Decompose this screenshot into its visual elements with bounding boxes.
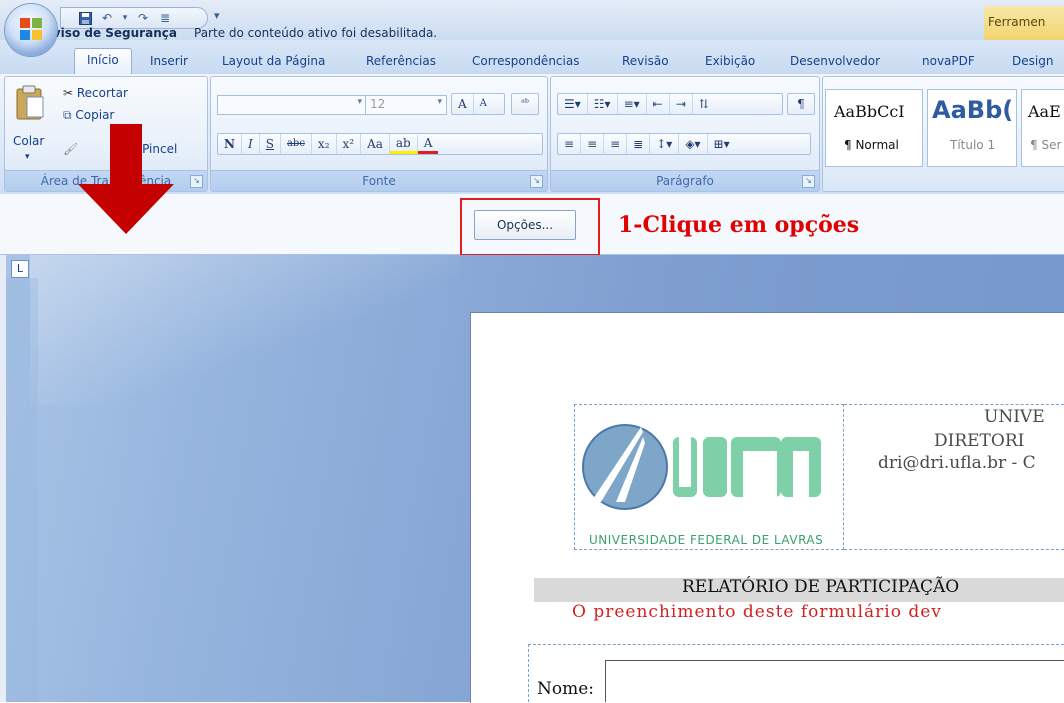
sort-icon[interactable]: ⇅ [693,94,715,114]
style-normal[interactable]: AaBbCcI ¶ Normal [825,89,923,167]
italic-button[interactable]: I [242,134,260,154]
tab-layout[interactable]: Layout da Página [222,50,325,74]
cut-button[interactable]: ✂ Recortar [63,83,128,103]
show-marks-button[interactable]: ¶ [787,93,815,115]
tab-revisao[interactable]: Revisão [622,50,669,74]
name-field[interactable] [605,660,1064,702]
align-right-icon[interactable]: ≡ [604,134,628,154]
paragraph-group: ☰▾ ☷▾ ≡▾ ⇤ ⇥ ⇅ ¶ ≡ ≡ ≡ ≣ ↕▾ ◈▾ ⊞▾ Parágr… [550,76,820,192]
header-line-3: dri@dri.ufla.br - C [878,453,1036,473]
tab-inicio[interactable]: Início [74,48,132,74]
tab-desenvolvedor[interactable]: Desenvolvedor [790,50,880,74]
undo-icon[interactable]: ↶ [99,10,115,26]
logo-caption: UNIVERSIDADE FEDERAL DE LAVRAS [589,533,824,547]
customize-toolbar-icon[interactable]: ▾ [214,9,220,22]
copy-button[interactable]: ⧉ Copiar [63,105,114,125]
tab-novapdf[interactable]: novaPDF [922,50,975,74]
bullets-icon[interactable]: ☰▾ [558,94,588,114]
paste-icon[interactable] [13,83,47,123]
align-center-icon[interactable]: ≡ [581,134,605,154]
decrease-indent-icon[interactable]: ⇤ [647,94,670,114]
tab-design[interactable]: Design [1012,50,1053,74]
header-line-1: UNIVE [984,407,1045,427]
header-line-2: DIRETORI [934,431,1025,451]
chevron-down-icon: ▾ [357,97,362,107]
contextual-tab-title: Ferramen [984,6,1064,40]
undo-dropdown-icon[interactable]: ▾ [121,10,129,26]
header-cell: UNIVE DIRETORI dri@dri.ufla.br - C [844,404,1064,550]
subscript-button[interactable]: x₂ [312,134,337,154]
highlight-box [460,198,600,256]
justify-icon[interactable]: ≣ [627,134,651,154]
save-icon[interactable] [77,10,93,26]
workspace-highlight [30,255,460,405]
ribbon-tabs: Início Inserir Layout da Página Referênc… [0,40,1064,74]
office-logo-icon [20,18,42,40]
tab-inserir[interactable]: Inserir [150,50,188,74]
brush-icon: 🖌 [63,142,79,156]
clear-format-icon: ᵃᵇ [521,98,529,109]
list-buttons: ☰▾ ☷▾ ≡▾ ⇤ ⇥ ⇅ [557,93,783,115]
strikethrough-button[interactable]: abc [281,134,312,154]
grow-font-button[interactable]: A [452,94,474,114]
paragraph-group-label: Parágrafo [551,170,819,191]
copy-icon: ⧉ [63,108,76,122]
increase-indent-icon[interactable]: ⇥ [670,94,693,114]
numbering-icon[interactable]: ☷▾ [588,94,618,114]
tab-referencias[interactable]: Referências [366,50,436,74]
line-spacing-icon[interactable]: ↕▾ [650,134,680,154]
office-button[interactable] [5,4,57,56]
font-name-combobox[interactable]: ▾ [217,95,367,115]
clear-format-button[interactable]: ᵃᵇ [511,93,539,115]
styles-group: AaBbCcI ¶ Normal AaBb( Título 1 AaE ¶ Se… [822,76,1064,192]
red-arrow-annotation [78,124,174,234]
report-subtitle: O preenchimento deste formulário dev [572,602,942,622]
style-sem-espacamento[interactable]: AaE ¶ Ser [1021,89,1064,167]
font-group: ▾ 12 ▾ A A ᵃᵇ N I S abc x₂ x² Aa ab A Fo… [210,76,548,192]
security-warning-title: Aviso de Segurança [44,26,177,40]
change-case-button[interactable]: Aa [361,134,390,154]
align-left-icon[interactable]: ≡ [558,134,582,154]
logo-cell: UNIVERSIDADE FEDERAL DE LAVRAS [574,404,844,550]
bold-button[interactable]: N [218,134,242,154]
shading-icon[interactable]: ◈▾ [679,134,708,154]
name-label: Nome: [537,679,595,699]
alignment-buttons: ≡ ≡ ≡ ≣ ↕▾ ◈▾ ⊞▾ [557,133,811,155]
security-warning-message: Parte do conteúdo ativo foi desabilitada… [194,26,438,40]
highlight-button[interactable]: ab [389,134,418,154]
style-titulo-1[interactable]: AaBb( Título 1 [927,89,1017,167]
multilevel-icon[interactable]: ≡▾ [618,94,647,114]
instruction-annotation: 1-Clique em opções [618,212,860,238]
clipboard-launcher-icon[interactable]: ↘ [190,175,203,188]
ufla-logo [582,424,821,510]
tab-exibicao[interactable]: Exibição [705,50,755,74]
shrink-font-button[interactable]: A [474,94,493,114]
tab-correspondencias[interactable]: Correspondências [472,50,579,74]
tab-selector-button[interactable]: L [11,260,29,278]
font-format-buttons: N I S abc x₂ x² Aa ab A [217,133,543,155]
grow-shrink-buttons: A A [451,93,505,115]
redo-icon[interactable]: ↷ [135,10,151,26]
paragraph-launcher-icon[interactable]: ↘ [802,175,815,188]
underline-button[interactable]: S [260,134,281,154]
font-group-label: Fonte [211,170,547,191]
borders-icon[interactable]: ⊞▾ [708,134,736,154]
format-icon[interactable]: ≣ [157,10,173,26]
superscript-button[interactable]: x² [337,134,362,154]
scissors-icon: ✂ [63,86,77,100]
report-title: RELATÓRIO DE PARTICIPAÇÃO [682,577,960,597]
pilcrow-icon: ¶ [797,97,805,111]
font-size-combobox[interactable]: 12 ▾ [365,95,447,115]
font-launcher-icon[interactable]: ↘ [530,175,543,188]
vertical-ruler [6,278,38,702]
paste-dropdown-icon[interactable]: ▾ [25,147,30,167]
font-color-button[interactable]: A [417,135,439,154]
chevron-down-icon: ▾ [437,97,442,107]
